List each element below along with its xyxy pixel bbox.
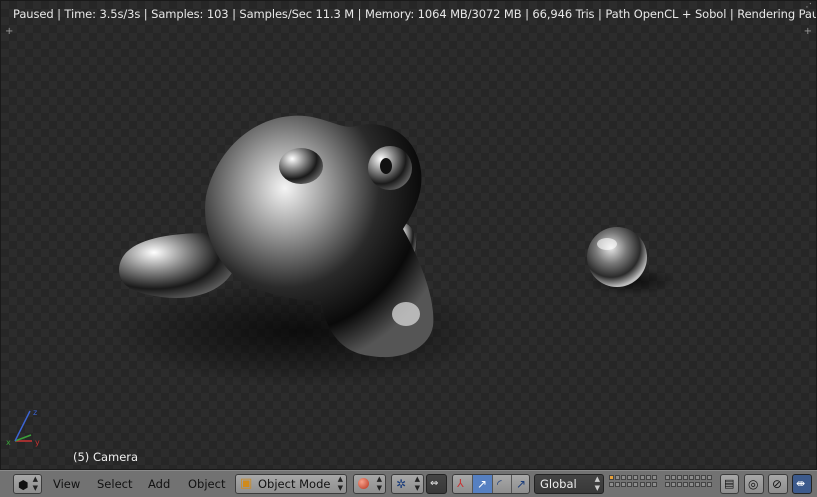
editor-type-icon: ⬢ (18, 478, 29, 492)
onion-icon: ⊘ (772, 477, 783, 491)
render-scene (111, 115, 676, 386)
lock-layers-icon: ▤ (724, 477, 735, 490)
onion-skin-toggle[interactable]: ⊘ (768, 474, 788, 494)
render-toggle[interactable]: ⇼ (792, 474, 812, 494)
svg-text:z: z (33, 408, 37, 417)
3d-view-header: ⬢ ▲ ▼ View Select Add Object ▣ Object Mod… (0, 470, 817, 497)
svg-text:x: x (6, 438, 11, 447)
toggle-manipulator-button[interactable]: ⅄ (453, 475, 473, 493)
menu-select[interactable]: Select (97, 476, 132, 492)
proportional-edit-icon: ⇔ (430, 478, 439, 489)
cube-icon: ▣ (240, 476, 253, 491)
monkey-left-eye (279, 148, 323, 184)
menu-object[interactable]: Object (188, 476, 225, 492)
scene-layers-grid[interactable] (609, 474, 661, 494)
manipulator-group: ⅄ ↗ ◜ ↗ (452, 474, 530, 494)
snap-icon: ◎ (748, 477, 759, 491)
scale-manipulator-icon: ↗ (516, 477, 527, 491)
3d-viewport[interactable]: Paused | Time: 3.5s/3s | Samples: 103 | … (0, 0, 817, 470)
translate-manipulator-button[interactable]: ↗ (473, 475, 493, 493)
pivot-point-icon: ✲ (396, 477, 407, 491)
pivot-point-select[interactable]: ✲ ▲ ▼ (391, 474, 424, 494)
lock-layers-button[interactable]: ▤ (720, 474, 739, 494)
transform-orientation-label: Global (540, 477, 577, 491)
scale-manipulator-button[interactable]: ↗ (512, 475, 531, 493)
menu-view[interactable]: View (53, 476, 80, 492)
translate-manipulator-icon: ↗ (477, 477, 488, 491)
rotate-manipulator-button[interactable]: ◜ (493, 475, 512, 493)
glass-sphere (587, 227, 647, 287)
editor-type-button[interactable]: ⬢ ▲ ▼ (13, 474, 42, 494)
sphere-shading-icon (358, 478, 369, 489)
blender-window: Paused | Time: 3.5s/3s | Samples: 103 | … (0, 0, 817, 497)
menu-add[interactable]: Add (148, 476, 170, 492)
mode-select-label: Object Mode (258, 477, 331, 491)
layers-grid-secondary[interactable] (665, 474, 715, 494)
snap-toggle[interactable]: ◎ (744, 474, 764, 494)
proportional-edit-toggle[interactable]: ⇔ (426, 474, 447, 494)
svg-text:y: y (35, 438, 40, 447)
axis-gizmo: x y z (6, 408, 40, 447)
rotate-manipulator-icon: ◜ (497, 477, 502, 491)
viewport-shading-select[interactable]: ▲ ▼ (353, 474, 386, 494)
sphere-highlight (597, 238, 617, 250)
manipulator-axes-icon: ⅄ (457, 477, 464, 490)
transform-orientation-select[interactable]: Global ▲ ▼ (534, 474, 604, 494)
monkey-nostril-highlight (392, 302, 420, 326)
mode-select[interactable]: ▣ Object Mode ▲ ▼ (235, 474, 347, 494)
render-icon: ⇼ (796, 477, 806, 490)
active-object-label: (5) Camera (73, 450, 139, 464)
monkey-pupil (380, 158, 392, 174)
